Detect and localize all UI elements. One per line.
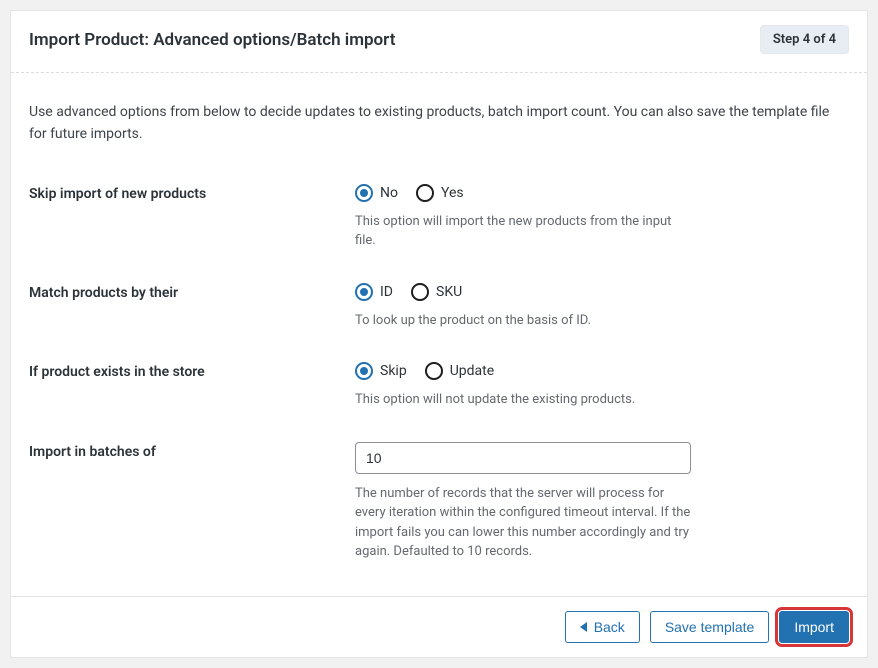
if-exists-skip-label: Skip	[380, 363, 407, 379]
page-title: Import Product: Advanced options/Batch i…	[29, 30, 395, 50]
radio-icon	[425, 362, 443, 380]
skip-new-control: No Yes This option will import the new p…	[355, 184, 849, 251]
skip-new-yes[interactable]: Yes	[416, 184, 464, 202]
batch-help: The number of records that the server wi…	[355, 484, 695, 562]
radio-icon	[411, 283, 429, 301]
back-button-label: Back	[594, 619, 625, 635]
batch-input[interactable]	[355, 442, 691, 474]
chevron-left-icon	[580, 622, 587, 632]
match-by-id[interactable]: ID	[355, 283, 393, 301]
skip-new-label: Skip import of new products	[29, 184, 355, 202]
panel-header: Import Product: Advanced options/Batch i…	[11, 11, 867, 73]
radio-icon	[355, 184, 373, 202]
match-by-radio-group: ID SKU	[355, 283, 849, 301]
match-by-id-label: ID	[380, 284, 393, 300]
match-by-sku[interactable]: SKU	[411, 283, 462, 301]
save-template-label: Save template	[665, 619, 755, 635]
if-exists-update[interactable]: Update	[425, 362, 494, 380]
skip-new-yes-label: Yes	[441, 185, 464, 201]
match-by-help: To look up the product on the basis of I…	[355, 311, 695, 331]
import-button-label: Import	[794, 619, 834, 635]
radio-icon	[355, 283, 373, 301]
skip-new-no-label: No	[380, 185, 398, 201]
radio-icon	[355, 362, 373, 380]
field-match-by: Match products by their ID SKU To look u…	[29, 267, 849, 347]
form-area: Skip import of new products No Yes This …	[11, 160, 867, 596]
panel-footer: Back Save template Import	[11, 596, 867, 657]
radio-icon	[416, 184, 434, 202]
if-exists-label: If product exists in the store	[29, 362, 355, 380]
batch-label: Import in batches of	[29, 442, 355, 460]
if-exists-help: This option will not update the existing…	[355, 390, 695, 410]
if-exists-control: Skip Update This option will not update …	[355, 362, 849, 410]
if-exists-radio-group: Skip Update	[355, 362, 849, 380]
step-badge: Step 4 of 4	[760, 25, 849, 54]
field-batch: Import in batches of The number of recor…	[29, 426, 849, 578]
match-by-control: ID SKU To look up the product on the bas…	[355, 283, 849, 331]
batch-control: The number of records that the server wi…	[355, 442, 849, 562]
skip-new-help: This option will import the new products…	[355, 212, 695, 251]
intro-text: Use advanced options from below to decid…	[11, 73, 867, 160]
field-skip-new: Skip import of new products No Yes This …	[29, 168, 849, 267]
if-exists-update-label: Update	[450, 363, 494, 379]
skip-new-radio-group: No Yes	[355, 184, 849, 202]
match-by-label: Match products by their	[29, 283, 355, 301]
if-exists-skip[interactable]: Skip	[355, 362, 407, 380]
skip-new-no[interactable]: No	[355, 184, 398, 202]
field-if-exists: If product exists in the store Skip Upda…	[29, 346, 849, 426]
import-panel: Import Product: Advanced options/Batch i…	[10, 10, 868, 658]
match-by-sku-label: SKU	[436, 284, 462, 300]
